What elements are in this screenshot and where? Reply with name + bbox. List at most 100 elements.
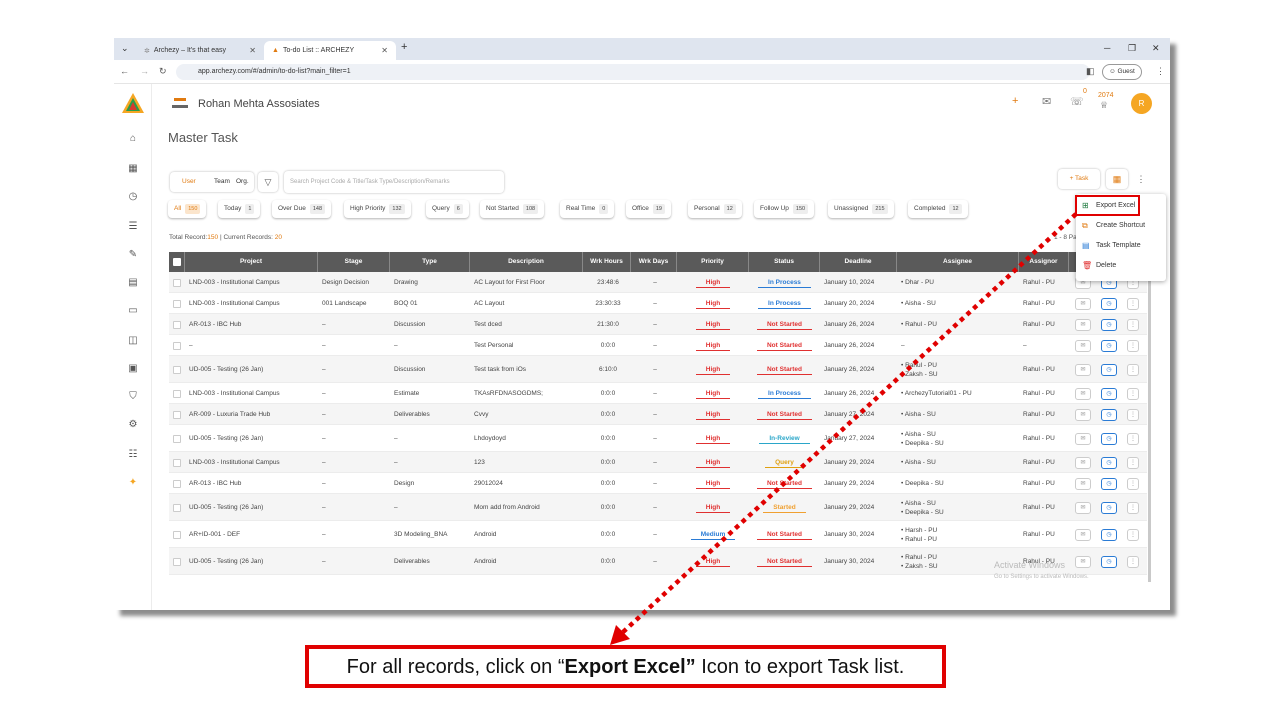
chat-icon[interactable]: ✉ — [1075, 408, 1091, 421]
clipboard-clock-icon[interactable]: ◷ — [126, 190, 140, 204]
add-icon[interactable]: + — [1012, 95, 1018, 107]
column-header-type[interactable]: Type — [390, 252, 470, 272]
edit-icon[interactable]: ✎ — [126, 248, 140, 262]
priority-cell[interactable]: High — [677, 452, 749, 473]
chat-icon[interactable]: ✉ — [1075, 528, 1091, 541]
chat-icon[interactable]: ✉ — [1075, 501, 1091, 514]
row-more-icon[interactable]: ⋮ — [1127, 297, 1139, 310]
table-row[interactable]: LND-003 - Institutional Campus Design Dec… — [169, 272, 1147, 293]
row-more-icon[interactable]: ⋮ — [1127, 318, 1139, 331]
column-header-stage[interactable]: Stage — [318, 252, 390, 272]
archezy-logo[interactable] — [121, 92, 145, 116]
row-checkbox[interactable] — [169, 425, 185, 452]
priority-cell[interactable]: High — [677, 314, 749, 335]
table-row[interactable]: AR+ID-001 - DEF – 3D Modeling_BNA Android 0:… — [169, 521, 1147, 548]
status-cell[interactable]: Not Started — [749, 314, 820, 335]
filter-chip[interactable]: Today 1 — [218, 200, 260, 218]
priority-cell[interactable]: High — [677, 404, 749, 425]
table-row[interactable]: UD-005 - Testing (26 Jan) – – Mom add from … — [169, 494, 1147, 521]
row-more-icon[interactable]: ⋮ — [1127, 432, 1139, 445]
close-icon[interactable]: ✕ — [249, 46, 256, 55]
chat-icon[interactable]: ✉ — [1075, 363, 1091, 376]
add-task-button[interactable]: + Task — [1058, 169, 1100, 189]
status-cell[interactable]: Not Started — [749, 356, 820, 383]
profile-button[interactable]: ☺ Guest — [1102, 64, 1142, 80]
search-input[interactable]: Search Project Code & Title/Task Type/De… — [284, 171, 504, 193]
filter-chip[interactable]: Real Time 0 — [560, 200, 614, 218]
trophy-icon[interactable]: ♕ — [1100, 100, 1108, 111]
more-options-button[interactable]: ⋮ — [1134, 169, 1148, 189]
mail-icon[interactable]: ✉ — [1042, 95, 1051, 108]
priority-cell[interactable]: High — [677, 494, 749, 521]
shield-icon[interactable]: ⛉ — [126, 390, 140, 404]
row-checkbox[interactable] — [169, 473, 185, 494]
filter-chip[interactable]: High Priority 132 — [344, 200, 411, 218]
chat-icon[interactable]: ✉ — [1075, 387, 1091, 400]
chat-icon[interactable]: ✉ — [1075, 477, 1091, 490]
row-checkbox[interactable] — [169, 293, 185, 314]
forward-icon[interactable]: → — [140, 66, 149, 76]
filter-chip[interactable]: All 150 — [168, 200, 206, 218]
tab-archezy[interactable]: ✲ Archezy – It's that easy ✕ — [136, 41, 264, 60]
column-header-status[interactable]: Status — [749, 252, 820, 272]
status-cell[interactable]: Not Started — [749, 473, 820, 494]
reload-icon[interactable]: ↻ — [159, 66, 167, 77]
priority-cell[interactable]: High — [677, 383, 749, 404]
list-icon[interactable]: ☰ — [126, 220, 140, 234]
select-all-checkbox[interactable] — [169, 252, 185, 272]
column-header-desc[interactable]: Description — [470, 252, 583, 272]
priority-cell[interactable]: Medium — [677, 521, 749, 548]
document-icon[interactable]: ▭ — [126, 304, 140, 318]
row-more-icon[interactable]: ⋮ — [1127, 501, 1139, 514]
column-header-priority[interactable]: Priority — [677, 252, 749, 272]
clock-icon[interactable]: ◷ — [1101, 387, 1117, 400]
clock-icon[interactable]: ◷ — [1101, 501, 1117, 514]
chat-icon[interactable]: ✉ — [1075, 297, 1091, 310]
table-row[interactable]: LND-003 - Institutional Campus – Estimate T… — [169, 383, 1147, 404]
row-checkbox[interactable] — [169, 404, 185, 425]
status-cell[interactable]: Query — [749, 452, 820, 473]
table-row[interactable]: AR-013 - IBC Hub – Discussion Test dced 21:3… — [169, 314, 1147, 335]
clock-icon[interactable]: ◷ — [1101, 477, 1117, 490]
table-row[interactable]: LND-003 - Institutional Campus 001 Landsc… — [169, 293, 1147, 314]
menu-create-shortcut[interactable]: ⧉ Create Shortcut — [1080, 217, 1162, 235]
filter-chip[interactable]: Query 6 — [426, 200, 469, 218]
chat-icon[interactable]: ✉ — [1075, 432, 1091, 445]
row-more-icon[interactable]: ⋮ — [1127, 456, 1139, 469]
column-header-project[interactable]: Project — [185, 252, 318, 272]
sidepanel-icon[interactable]: ◧ — [1086, 66, 1095, 77]
task-settings-icon[interactable]: ⚙ — [126, 418, 140, 432]
table-row[interactable]: – – – Test Personal 0:0:0 – High Not Started Jan… — [169, 335, 1147, 356]
status-cell[interactable]: In Process — [749, 272, 820, 293]
filter-chip[interactable]: Personal 12 — [688, 200, 742, 218]
table-scrollbar[interactable] — [1148, 272, 1151, 582]
menu-task-template[interactable]: ▤ Task Template — [1080, 237, 1162, 255]
row-checkbox[interactable] — [169, 356, 185, 383]
new-tab-button[interactable]: + — [401, 41, 407, 53]
filter-chip[interactable]: Follow Up 150 — [754, 200, 814, 218]
clock-icon[interactable]: ◷ — [1101, 297, 1117, 310]
restore-icon[interactable]: ❐ — [1128, 43, 1136, 54]
clock-icon[interactable]: ◷ — [1101, 456, 1117, 469]
priority-cell[interactable]: High — [677, 293, 749, 314]
close-icon[interactable]: ✕ — [381, 46, 388, 55]
column-view-button[interactable]: ▦ — [1106, 169, 1128, 189]
status-cell[interactable]: Started — [749, 494, 820, 521]
status-cell[interactable]: Not Started — [749, 404, 820, 425]
column-header-assignor[interactable]: Assignor — [1019, 252, 1069, 272]
clock-icon[interactable]: ◷ — [1101, 363, 1117, 376]
filter-chip[interactable]: Over Due 148 — [272, 200, 331, 218]
status-cell[interactable]: Not Started — [749, 521, 820, 548]
filter-chip[interactable]: Unassigned 215 — [828, 200, 894, 218]
segment-user[interactable]: User — [182, 178, 196, 185]
row-more-icon[interactable]: ⋮ — [1127, 477, 1139, 490]
priority-cell[interactable]: High — [677, 272, 749, 293]
row-checkbox[interactable] — [169, 383, 185, 404]
priority-cell[interactable]: High — [677, 425, 749, 452]
clock-icon[interactable]: ◷ — [1101, 432, 1117, 445]
row-checkbox[interactable] — [169, 272, 185, 293]
row-more-icon[interactable]: ⋮ — [1127, 408, 1139, 421]
calculator-icon[interactable]: ▦ — [126, 162, 140, 176]
tab-search-icon[interactable]: ⌄ — [121, 43, 129, 54]
menu-delete[interactable]: 🗑 Delete — [1080, 257, 1162, 275]
